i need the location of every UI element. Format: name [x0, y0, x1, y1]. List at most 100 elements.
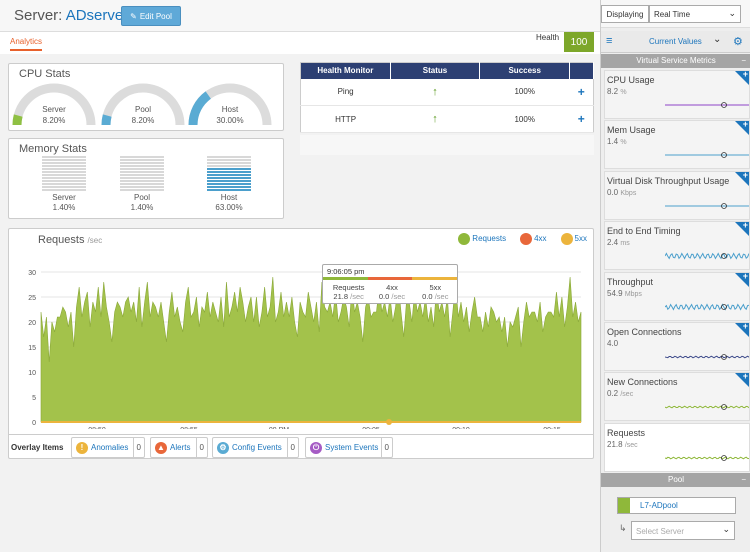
memory-label: Host	[220, 193, 238, 202]
menu-icon[interactable]: ≡	[606, 35, 612, 47]
collapse-icon[interactable]: −	[741, 54, 746, 68]
memory-bar-segment	[42, 188, 86, 191]
metric-card[interactable]: End to End Timing 2.4 ms +	[604, 220, 750, 271]
memory-value: 63.00%	[215, 203, 243, 212]
plus-icon[interactable]: +	[743, 371, 748, 381]
metrics-sidebar: Displaying Real Time ⌄ ≡ Current Values …	[600, 0, 750, 552]
y-tick-label: 30	[28, 270, 36, 277]
memory-bar-segment	[207, 176, 251, 179]
memory-bar-segment	[120, 156, 164, 158]
chart-tooltip: 9:06:05 pm Requests 21.8 /sec 4xx 0.0 /sec…	[322, 264, 458, 304]
overlay-anomalies[interactable]: ! Anomalies 0	[71, 437, 145, 458]
metric-name: Virtual Disk Throughput Usage	[607, 175, 730, 186]
metric-card[interactable]: Throughput 54.9 Mbps +	[604, 271, 750, 321]
displaying-select[interactable]: Real Time ⌄	[649, 5, 741, 23]
metric-name: CPU Usage	[607, 75, 655, 85]
metric-name: Mem Usage	[607, 125, 656, 136]
gear-icon[interactable]: ⚙	[733, 35, 743, 48]
child-arrow-icon: ↳	[619, 523, 627, 533]
overlay-alerts[interactable]: ▲ Alerts 0	[150, 437, 208, 458]
metric-card[interactable]: Mem Usage 1.4 % +	[604, 119, 750, 170]
memory-bar-segment	[120, 173, 164, 176]
metric-card[interactable]: Virtual Disk Throughput Usage 0.0 Kbps +	[604, 170, 750, 220]
requests-area-series	[40, 276, 582, 423]
col-actions	[569, 62, 594, 79]
memory-bar-segment	[42, 170, 86, 173]
table-row: HTTP ↑ 100% +	[300, 105, 594, 133]
pool-name: L7-ADpool	[640, 501, 678, 510]
requests-chart[interactable]: 0 5 10 15 20 25 30 08:50 08:55 09 PM 09:05 09:10 09:…	[9, 229, 595, 429]
metric-value: 1.4 %	[607, 137, 627, 147]
health-score-badge[interactable]: 100	[564, 32, 594, 52]
health-monitor-filler	[300, 135, 594, 155]
sparkline-series	[665, 405, 749, 409]
tab-bar: Analytics	[0, 32, 600, 54]
metric-card[interactable]: CPU Usage 8.2 % +	[604, 69, 750, 119]
memory-bar-segment	[207, 188, 251, 191]
sparkline-series	[665, 302, 749, 311]
tooltip-5xx: 5xx 0.0 /sec	[422, 283, 449, 301]
tooltip-requests: Requests 21.8 /sec	[332, 283, 365, 301]
col-status[interactable]: Status	[390, 62, 481, 79]
metric-card[interactable]: New Connections 0.2 /sec +	[604, 371, 750, 422]
table-row: Ping ↑ 100% +	[300, 78, 594, 106]
monitor-success: 100%	[479, 105, 570, 133]
y-tick-label: 10	[28, 370, 36, 377]
plus-icon[interactable]: +	[743, 220, 748, 230]
metric-sparkline	[665, 252, 749, 260]
metric-sparkline	[665, 454, 749, 461]
expand-plus-icon[interactable]: +	[578, 85, 585, 99]
tooltip-4xx: 4xx 0.0 /sec	[378, 283, 406, 301]
metric-sparkline	[665, 302, 749, 311]
page-title: Server: ADserver	[14, 7, 129, 24]
server-name: ADserver	[65, 7, 129, 24]
overlay-label: Overlay Items	[11, 443, 64, 452]
col-health-monitor[interactable]: Health Monitor	[300, 62, 391, 79]
overlay-bar: Overlay Items ! Anomalies 0 ▲ Alerts 0 ⚙ Conf…	[9, 434, 593, 459]
pencil-icon: ✎	[130, 11, 137, 21]
metric-name: Requests	[607, 427, 646, 438]
metric-name: Throughput	[607, 276, 654, 287]
metric-sparkline	[665, 152, 749, 159]
cpu-gauge: Server 8.20%	[11, 80, 97, 140]
metric-card[interactable]: Open Connections 4.0 +	[604, 321, 750, 371]
plus-icon[interactable]: +	[743, 69, 748, 79]
plus-icon[interactable]: +	[743, 119, 748, 129]
gauge-value: 8.20%	[131, 116, 155, 125]
memory-bar-segment	[207, 164, 251, 167]
overlay-config-events[interactable]: ⚙ Config Events 0	[212, 437, 299, 458]
memory-bar-segment	[120, 158, 164, 161]
expand-plus-icon[interactable]: +	[578, 112, 585, 126]
memory-bar-segment	[207, 185, 251, 188]
plus-icon[interactable]: +	[743, 321, 748, 331]
x-tick-label: 09 PM	[269, 427, 289, 429]
edit-pool-button[interactable]: ✎ Edit Pool	[121, 6, 181, 26]
metric-sparkline	[665, 404, 749, 411]
tab-analytics[interactable]: Analytics	[10, 37, 43, 51]
chevron-down-icon[interactable]: ⌄	[713, 34, 721, 45]
current-values-select[interactable]: Current Values	[649, 37, 702, 46]
plus-icon[interactable]: +	[743, 271, 748, 281]
page-header: Server: ADserver ✎ Edit Pool	[0, 0, 600, 32]
metric-name: Open Connections	[607, 327, 682, 337]
metrics-header: Virtual Service Metrics −	[601, 54, 750, 68]
metric-card[interactable]: Requests 21.8 /sec	[604, 422, 750, 472]
overlay-system-events[interactable]: ⏻ System Events 0	[305, 437, 393, 458]
memory-bar-segment	[207, 182, 251, 185]
select-server-dropdown[interactable]: Select Server ⌄	[631, 521, 735, 540]
memory-bar-segment	[207, 161, 251, 164]
sparkline-series	[665, 355, 749, 359]
system-events-icon: ⏻	[310, 441, 322, 454]
pool-item[interactable]: L7-ADpool	[617, 497, 736, 514]
cpu-gauge: Host 30.00%	[187, 80, 273, 140]
collapse-icon[interactable]: −	[741, 473, 746, 487]
memory-bar-segment	[120, 167, 164, 170]
memory-bar-segment	[42, 182, 86, 185]
gauge-label: Server	[42, 105, 66, 114]
memory-bar-segment	[42, 173, 86, 176]
cpu-stats-title: CPU Stats	[19, 68, 71, 80]
col-success[interactable]: Success	[479, 62, 571, 79]
memory-bar-column	[207, 156, 251, 192]
plus-icon[interactable]: +	[743, 170, 748, 180]
x-tick-label: 09:15	[543, 427, 561, 429]
